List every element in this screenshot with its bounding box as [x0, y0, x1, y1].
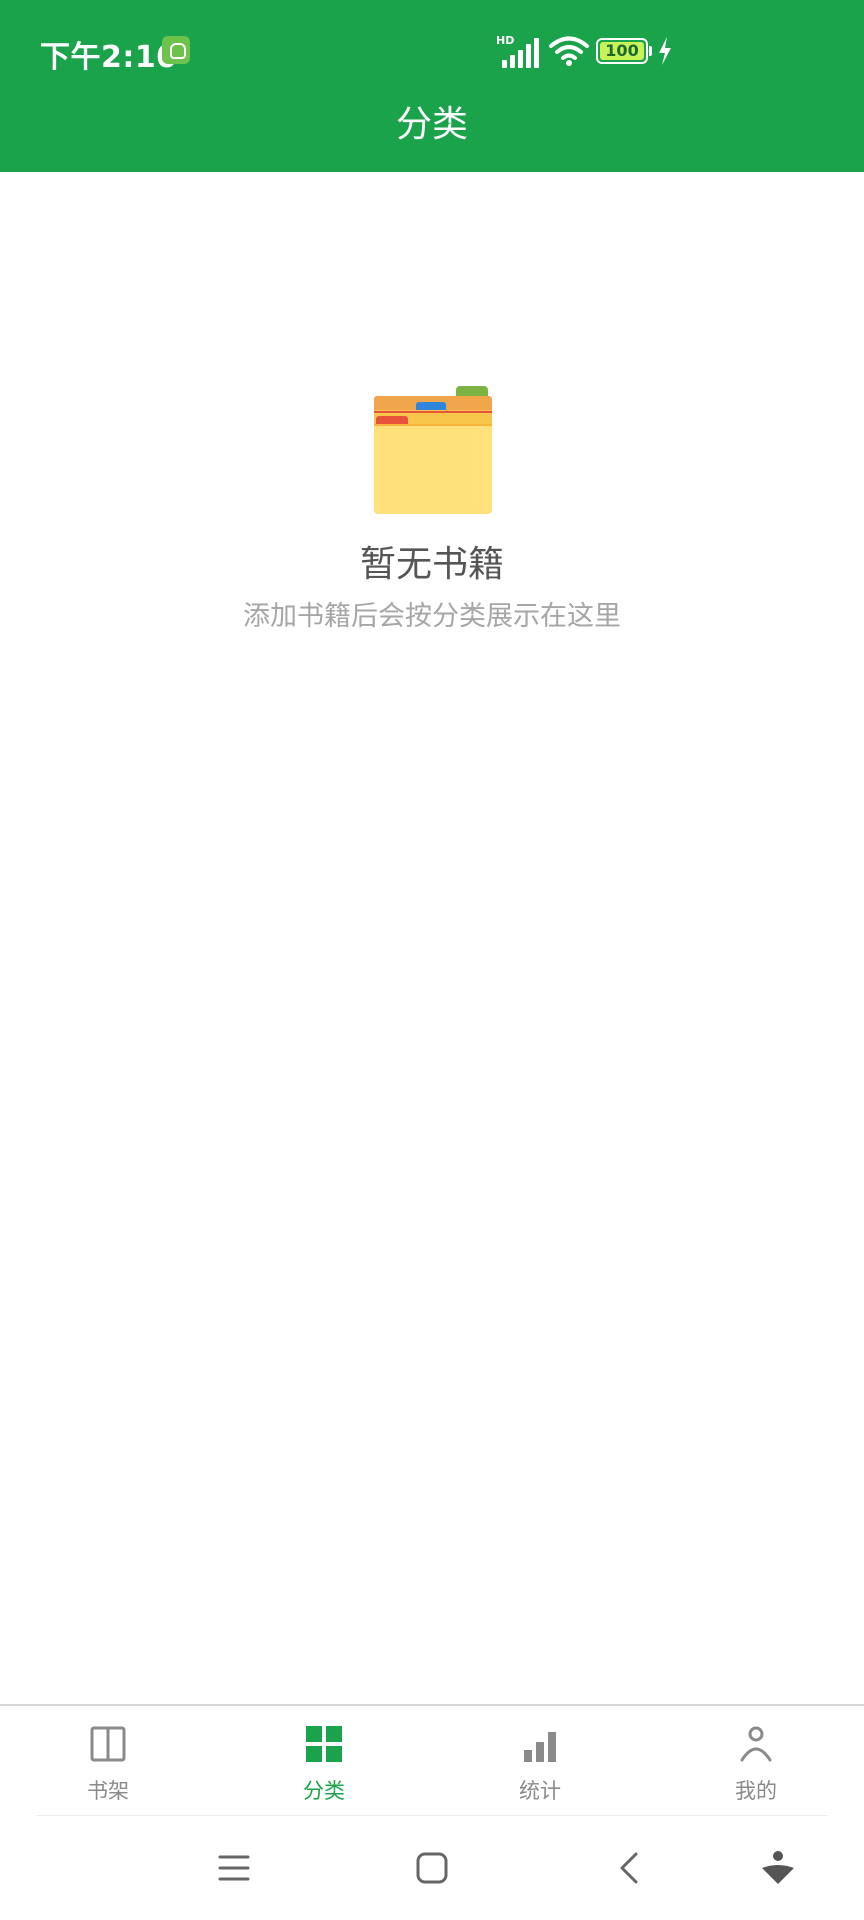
tab-label: 我的 [735, 1779, 777, 1803]
tab-profile[interactable]: 我的 [648, 1706, 864, 1816]
tab-label: 分类 [303, 1779, 345, 1803]
battery-icon: 100 [596, 38, 648, 64]
grid-icon [306, 1726, 342, 1762]
charging-icon [659, 37, 671, 65]
title-bar: 分类 [0, 100, 864, 172]
user-icon [740, 1726, 772, 1762]
tab-category[interactable]: 分类 [216, 1706, 432, 1816]
folder-icon [374, 386, 492, 514]
bottom-tab-bar: 书架 分类 统计 我的 [0, 1704, 864, 1816]
book-icon [90, 1726, 126, 1762]
empty-state-title: 暂无书籍 [359, 544, 504, 585]
empty-state: 暂无书籍 添加书籍后会按分类展示在这里 [0, 380, 864, 640]
app-header: 下午2:10 HD 100 分类 [0, 0, 864, 172]
status-bar: 下午2:10 HD 100 [0, 0, 864, 100]
tab-bookshelf[interactable]: 书架 [0, 1706, 216, 1816]
wifi-icon [549, 36, 589, 66]
tab-statistics[interactable]: 统计 [432, 1706, 648, 1816]
network-label: HD [496, 34, 515, 47]
tab-label: 书架 [87, 1779, 129, 1803]
battery-tip [649, 46, 652, 56]
assistant-icon[interactable] [756, 1846, 800, 1890]
tab-label: 统计 [519, 1779, 561, 1803]
system-nav-bar [0, 1816, 864, 1920]
app-notification-icon [162, 36, 190, 64]
empty-state-subtitle: 添加书籍后会按分类展示在这里 [243, 601, 621, 632]
status-time: 下午2:10 [40, 40, 178, 75]
signal-icon: HD [496, 34, 539, 68]
bar-chart-icon [524, 1732, 556, 1762]
menu-icon[interactable] [212, 1846, 256, 1890]
battery-level: 100 [605, 41, 639, 60]
back-icon[interactable] [608, 1846, 652, 1890]
page-title: 分类 [395, 104, 468, 145]
home-icon[interactable] [410, 1846, 454, 1890]
app-root: 下午2:10 HD 100 分类 暂无书籍 添加书籍后会按分类展示在这里 书架 … [0, 0, 864, 1920]
